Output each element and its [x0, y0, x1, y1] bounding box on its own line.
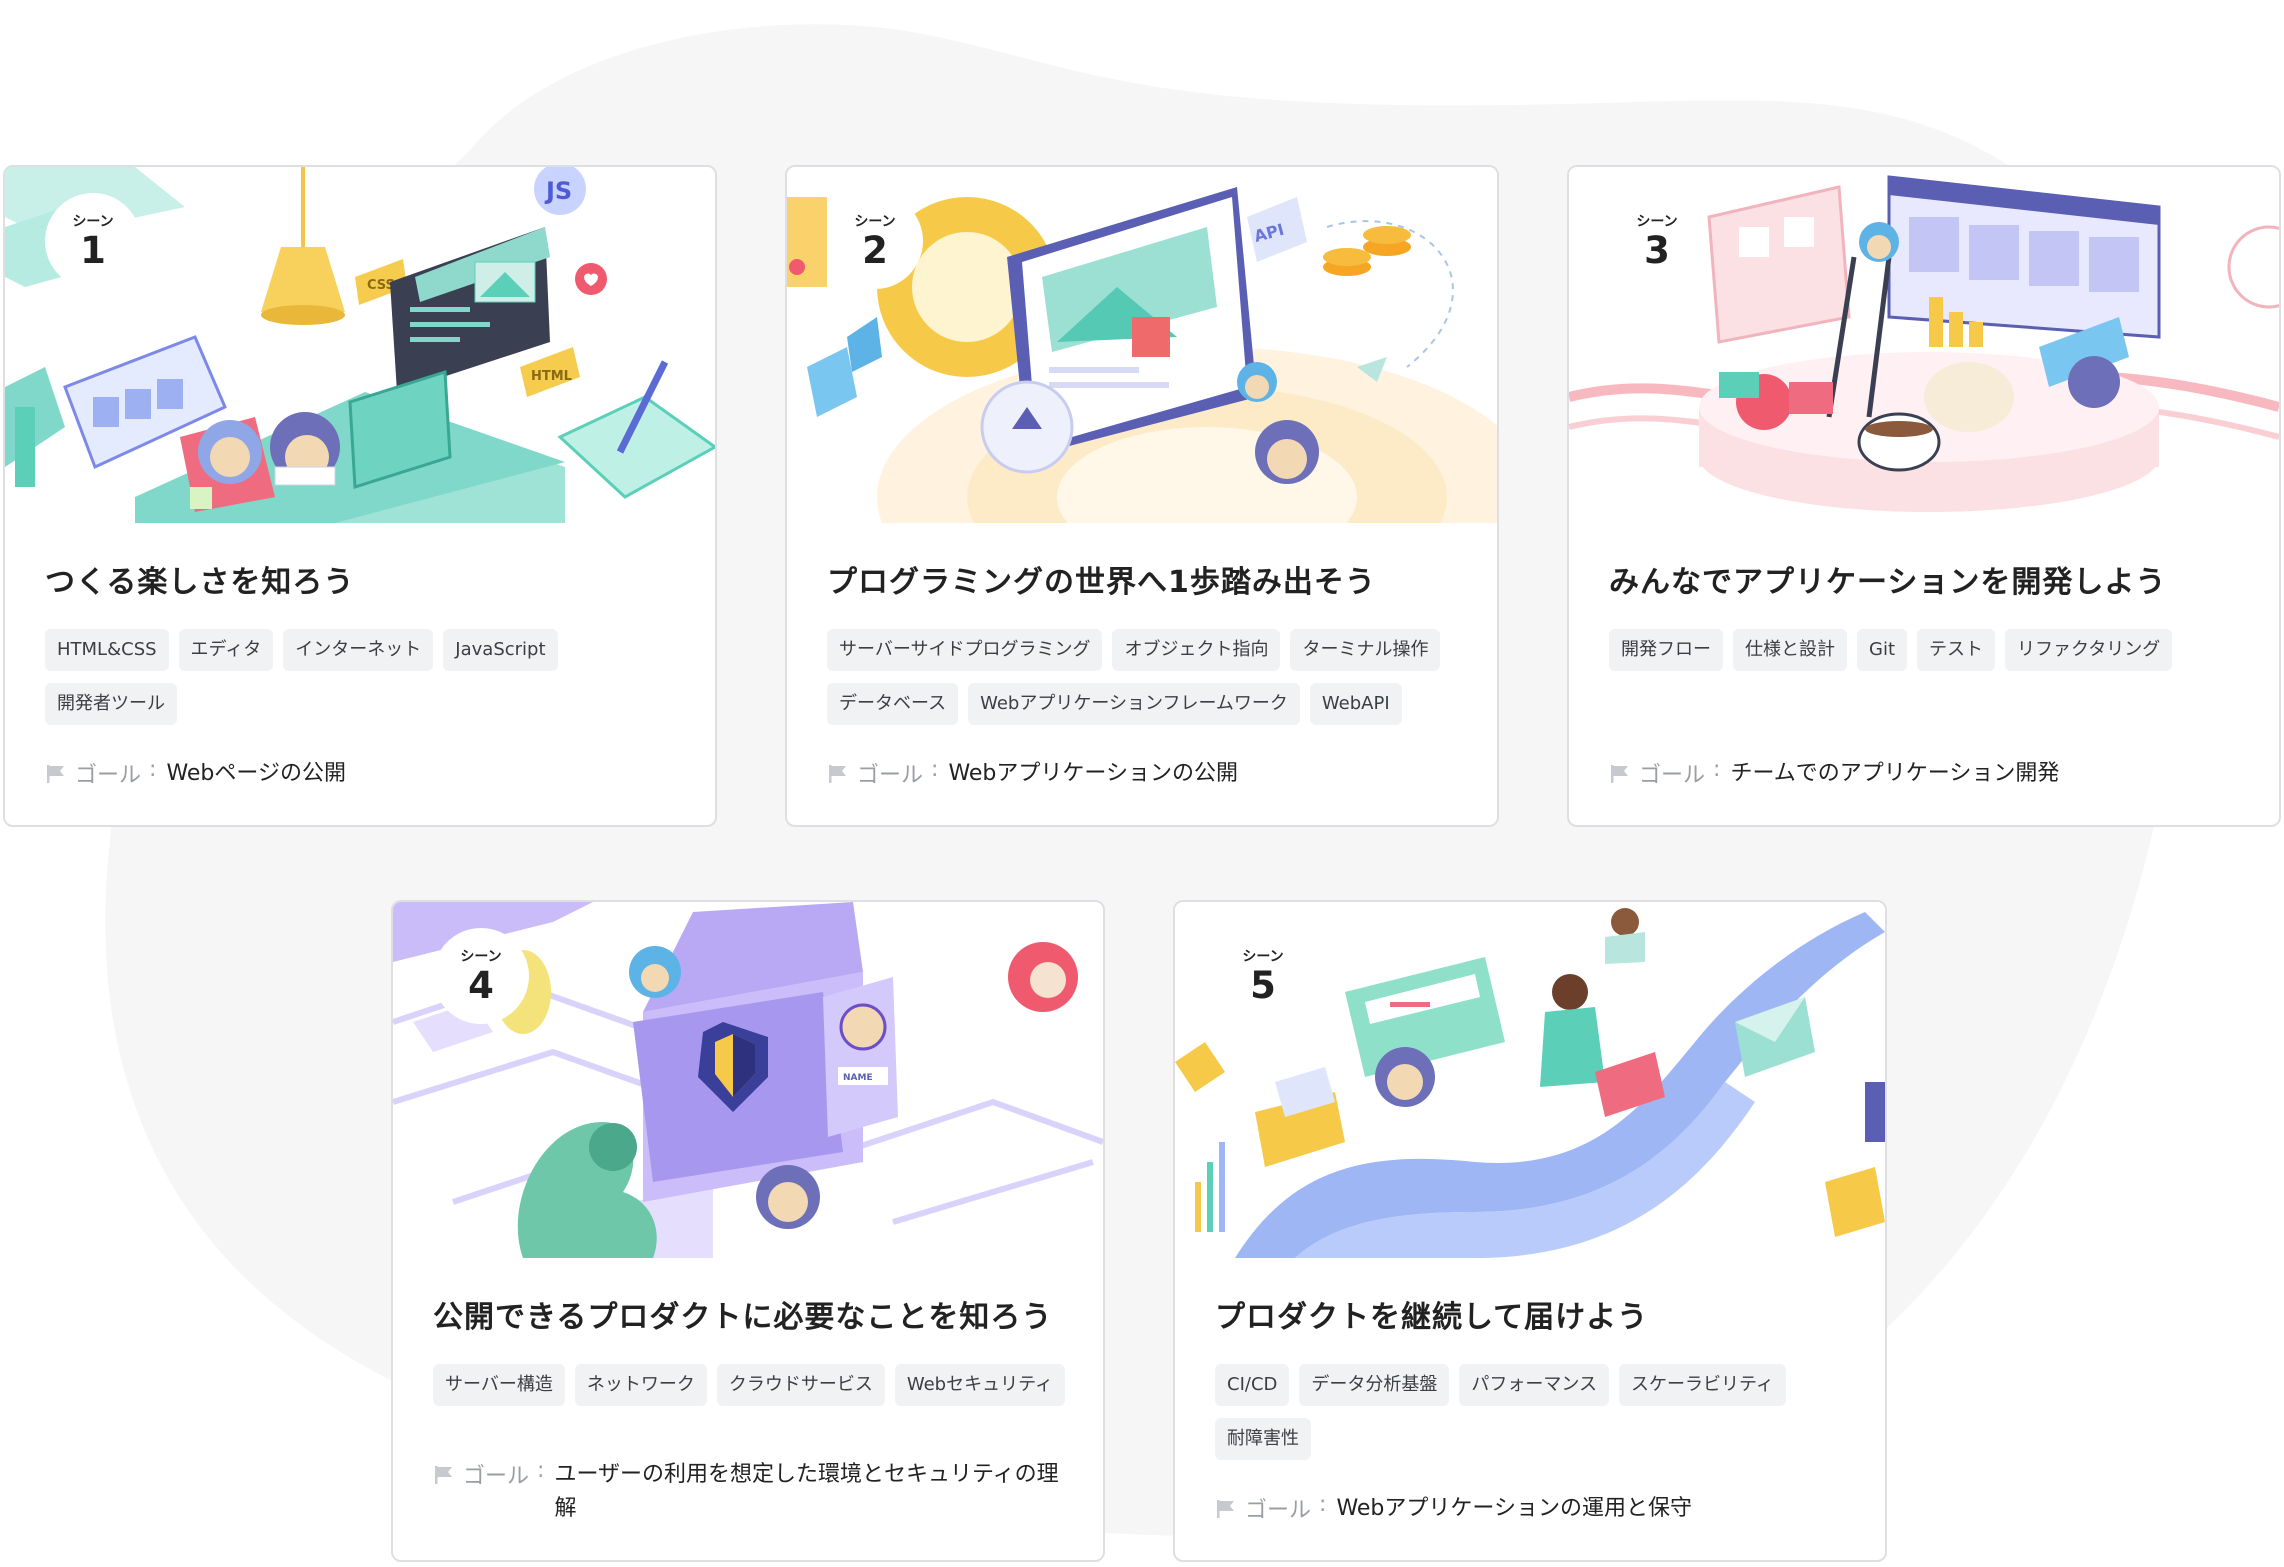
tag-list: HTML&CSS エディタ インターネット JavaScript 開発者ツール: [45, 629, 685, 725]
goal-label: ゴール: [75, 763, 142, 788]
goal-text: Webアプリケーションの公開: [948, 761, 1238, 786]
tag-list: CI/CD データ分析基盤 パフォーマンス スケーラビリティ 耐障害性: [1215, 1364, 1855, 1460]
goal-separator: :: [1713, 757, 1721, 782]
tag: クラウドサービス: [716, 1364, 885, 1406]
tag-list: サーバー構造 ネットワーク クラウドサービス Webセキュリティ: [433, 1364, 1073, 1406]
tag: インターネット: [283, 629, 434, 671]
scene-card-2[interactable]: API シーン 2 プログラミングの世界へ1歩踏み出そう サーバーサイドプログラ…: [785, 165, 1499, 827]
scene-label: シーン: [460, 949, 502, 965]
tag: Webアプリケーションフレームワーク: [968, 683, 1300, 725]
tag: JavaScript: [443, 629, 558, 671]
goal-separator: :: [931, 757, 939, 782]
scene-badge: シーン 1: [45, 193, 141, 289]
tag: 仕様と設計: [1733, 629, 1847, 671]
card-title: みんなでアプリケーションを開発しよう: [1609, 565, 2167, 600]
goal-row: ゴール : Webページの公開: [45, 757, 685, 791]
goal-row: ゴール : ユーザーの利用を想定した環境とセキュリティの理解: [433, 1458, 1073, 1526]
tag: オブジェクト指向: [1112, 629, 1281, 671]
goal-row: ゴール : Webアプリケーションの運用と保守: [1215, 1492, 1855, 1526]
scene-label: シーン: [1636, 214, 1678, 230]
scene-number: 5: [1250, 964, 1276, 1007]
goal-text: Webページの公開: [166, 761, 346, 786]
flag-icon: [1611, 765, 1628, 783]
flag-icon: [829, 765, 846, 783]
goal-text: ユーザーの利用を想定した環境とセキュリティの理解: [554, 1462, 1059, 1521]
card-title: プログラミングの世界へ1歩踏み出そう: [827, 565, 1376, 600]
tag: WebAPI: [1309, 683, 1402, 725]
card-title: 公開できるプロダクトに必要なことを知ろう: [433, 1300, 1053, 1335]
svg-text:NAME: NAME: [843, 1073, 873, 1083]
goal-separator: :: [537, 1458, 545, 1483]
scene-badge: シーン 5: [1215, 928, 1311, 1024]
goal-text: Webアプリケーションの運用と保守: [1336, 1496, 1692, 1521]
scene-card-5[interactable]: シーン 5 プロダクトを継続して届けよう CI/CD データ分析基盤 パフォーマ…: [1173, 900, 1887, 1562]
tag: Webセキュリティ: [894, 1364, 1065, 1406]
goal-label: ゴール: [1245, 1498, 1312, 1523]
scene-label: シーン: [1242, 949, 1284, 965]
tag-list: 開発フロー 仕様と設計 Git テスト リファクタリング: [1609, 629, 2249, 671]
flag-icon: [435, 1466, 452, 1484]
goal-row: ゴール : チームでのアプリケーション開発: [1609, 757, 2249, 791]
scene-card-4[interactable]: NAME シーン 4 公開できるプロダクトに必要なことを知ろう サーバー構造 ネ…: [391, 900, 1105, 1562]
goal-separator: :: [1319, 1492, 1327, 1517]
svg-text:JS: JS: [544, 177, 572, 205]
goal-separator: :: [149, 757, 157, 782]
scene-number: 2: [862, 229, 888, 272]
scene-label: シーン: [854, 214, 896, 230]
tag: データベース: [827, 683, 959, 725]
goal-row: ゴール : Webアプリケーションの公開: [827, 757, 1467, 791]
tag: サーバー構造: [433, 1364, 565, 1406]
tag: 開発フロー: [1609, 629, 1723, 671]
tag: Git: [1857, 629, 1908, 671]
tag: CI/CD: [1215, 1364, 1290, 1406]
goal-label: ゴール: [857, 763, 924, 788]
scene-label: シーン: [72, 214, 114, 230]
flag-icon: [1217, 1500, 1234, 1518]
tag: サーバーサイドプログラミング: [827, 629, 1103, 671]
tag: HTML&CSS: [45, 629, 169, 671]
scene-card-3[interactable]: シーン 3 みんなでアプリケーションを開発しよう 開発フロー 仕様と設計 Git…: [1567, 165, 2281, 827]
tag: 開発者ツール: [45, 683, 177, 725]
tag: リファクタリング: [2005, 629, 2173, 671]
tag: データ分析基盤: [1299, 1364, 1450, 1406]
scene-number: 3: [1644, 229, 1670, 272]
svg-text:HTML: HTML: [531, 369, 572, 384]
scene-number: 1: [80, 229, 106, 272]
card-title: プロダクトを継続して届けよう: [1215, 1300, 1649, 1335]
goal-label: ゴール: [463, 1464, 530, 1489]
tag: パフォーマンス: [1459, 1364, 1610, 1406]
scene-number: 4: [468, 964, 494, 1007]
tag: ネットワーク: [574, 1364, 707, 1406]
scene-badge: シーン 3: [1609, 193, 1705, 289]
card-title: つくる楽しさを知ろう: [45, 565, 355, 600]
flag-icon: [47, 765, 64, 783]
tag-list: サーバーサイドプログラミング オブジェクト指向 ターミナル操作 データベース W…: [827, 629, 1467, 725]
scene-badge: シーン 4: [433, 928, 529, 1024]
scene-badge: シーン 2: [827, 193, 923, 289]
tag: 耐障害性: [1215, 1418, 1311, 1460]
tag: ターミナル操作: [1290, 629, 1441, 671]
goal-text: チームでのアプリケーション開発: [1730, 761, 2060, 786]
tag: スケーラビリティ: [1619, 1364, 1786, 1406]
scene-card-1[interactable]: CSS HTML JS シーン 1 つくる楽しさを知ろう HTML&CSS エデ…: [3, 165, 717, 827]
goal-label: ゴール: [1639, 763, 1706, 788]
tag: エディタ: [178, 629, 274, 671]
tag: テスト: [1917, 629, 1996, 671]
